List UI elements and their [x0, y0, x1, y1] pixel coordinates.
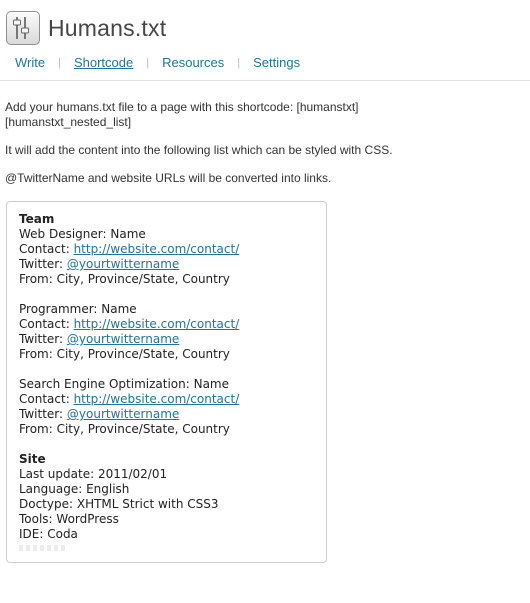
site-ide: IDE: Coda	[19, 527, 78, 541]
member-from: From: City, Province/State, Country	[19, 347, 230, 361]
page-title: Humans.txt	[48, 15, 167, 41]
member-contact: Contact: http://website.com/contact/	[19, 392, 240, 406]
page-header: Humans.txt	[6, 8, 166, 48]
contact-link[interactable]: http://website.com/contact/	[74, 317, 240, 331]
links-note: @TwitterName and website URLs will be co…	[5, 171, 332, 185]
tab-resources[interactable]: Resources	[162, 54, 224, 72]
tab-separator: |	[146, 57, 150, 69]
plugin-tabs: Write | Shortcode | Resources | Settings	[15, 54, 300, 72]
member-twitter: Twitter: @yourtwittername	[19, 257, 180, 271]
member-twitter: Twitter: @yourtwittername	[19, 407, 180, 421]
tab-separator: |	[237, 57, 241, 69]
member-contact: Contact: http://website.com/contact/	[19, 317, 240, 331]
css-note: It will add the content into the followi…	[5, 143, 393, 157]
twitter-link[interactable]: @yourtwittername	[67, 407, 179, 421]
site-heading: Site	[19, 452, 46, 466]
contact-link[interactable]: http://website.com/contact/	[74, 242, 240, 256]
tab-write[interactable]: Write	[15, 54, 45, 72]
member-from: From: City, Province/State, Country	[19, 272, 230, 286]
site-doctype: Doctype: XHTML Strict with CSS3	[19, 497, 219, 511]
tab-settings[interactable]: Settings	[253, 54, 300, 72]
site-last-update: Last update: 2011/02/01	[19, 467, 168, 481]
site-language: Language: English	[19, 482, 130, 496]
member-role: Search Engine Optimization: Name	[19, 377, 230, 391]
member-role: Programmer: Name	[19, 302, 137, 316]
twitter-link[interactable]: @yourtwittername	[67, 332, 179, 346]
shortcode-instructions: Add your humans.txt file to a page with …	[5, 100, 359, 129]
member-contact: Contact: http://website.com/contact/	[19, 242, 240, 256]
member-twitter: Twitter: @yourtwittername	[19, 332, 180, 346]
tab-separator: |	[58, 57, 61, 69]
humans-preview-box: Team Web Designer: Name Contact: http://…	[6, 201, 327, 563]
contact-link[interactable]: http://website.com/contact/	[74, 392, 240, 406]
intro-text: Add your humans.txt file to a page with …	[5, 100, 405, 186]
sliders-icon	[6, 11, 40, 45]
tab-shortcode[interactable]: Shortcode	[74, 54, 133, 72]
twitter-link[interactable]: @yourtwittername	[67, 257, 179, 271]
member-role: Web Designer: Name	[19, 227, 146, 241]
header-divider	[0, 80, 530, 81]
member-from: From: City, Province/State, Country	[19, 422, 230, 436]
team-heading: Team	[19, 212, 55, 226]
fade-dots	[19, 545, 67, 551]
site-tools: Tools: WordPress	[19, 512, 119, 526]
